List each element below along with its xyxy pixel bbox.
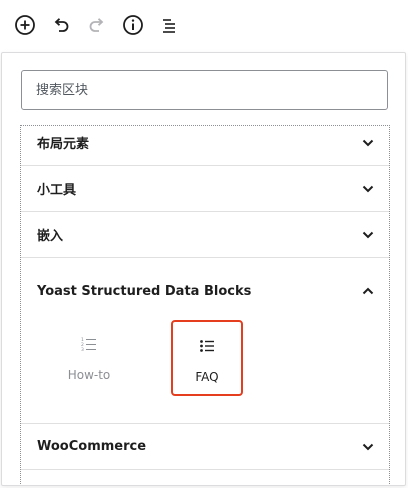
category-layout-elements[interactable]: 布局元素 [21,120,389,166]
category-widgets[interactable]: 小工具 [21,166,389,212]
details-button[interactable] [120,12,146,38]
chevron-down-icon [361,440,375,454]
chevron-down-icon [361,228,375,242]
redo-icon [89,18,104,32]
outline-button[interactable] [156,12,182,38]
search-blocks-input[interactable] [21,70,388,110]
category-label: WooCommerce [37,439,147,454]
chevron-down-icon [361,182,375,196]
category-woocommerce[interactable]: WooCommerce [21,424,389,470]
ordered-list-icon: 1 2 3 [81,334,97,354]
editor-toolbar [0,0,408,52]
list-outline-icon [163,19,175,33]
chevron-up-icon [361,284,375,298]
undo-icon [54,18,69,32]
category-label: 小工具 [37,183,77,198]
category-yoast-structured-data[interactable]: Yoast Structured Data Blocks [21,268,389,314]
svg-text:3: 3 [81,347,84,352]
block-inserter-panel: 布局元素 小工具 嵌入 Yoast Structured Data Blocks [1,52,406,486]
category-label: 布局元素 [37,137,90,152]
redo-button[interactable] [84,12,110,38]
category-label: Yoast Structured Data Blocks [37,283,252,299]
category-embeds[interactable]: 嵌入 [21,212,389,258]
chevron-down-icon [361,136,375,150]
block-category-list: 布局元素 小工具 嵌入 Yoast Structured Data Blocks [20,125,390,485]
block-howto[interactable]: 1 2 3 How-to [53,320,125,396]
category-label: 嵌入 [37,229,64,244]
plus-circle-icon [15,15,35,35]
add-block-button[interactable] [12,12,38,38]
block-faq[interactable]: FAQ [171,320,243,396]
block-label: FAQ [195,370,219,384]
info-icon [123,15,143,35]
block-label: How-to [67,368,111,382]
category-yoast-expanded: Yoast Structured Data Blocks 1 2 3 How-t… [21,268,389,424]
search-wrapper [21,70,388,110]
undo-button[interactable] [48,12,74,38]
unordered-list-icon [199,336,215,356]
